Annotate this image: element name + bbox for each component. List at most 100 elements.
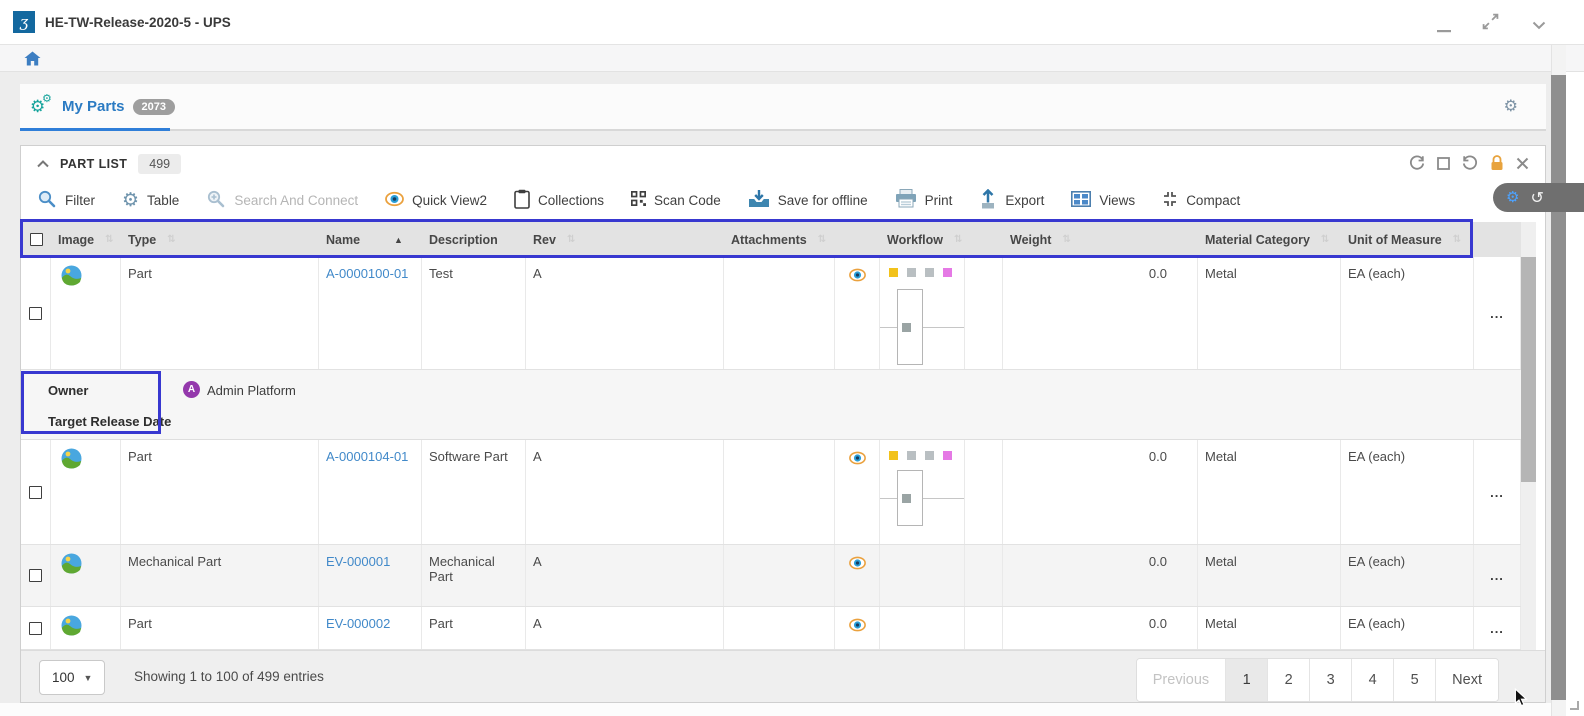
views-button[interactable]: Views [1071,191,1135,210]
tab-strip: ⚙⚙ My Parts 2073 ⚙ [20,84,1546,131]
row-actions-ellipsis[interactable]: ... [1474,607,1521,649]
sort-placeholder-icon: ⇅ [567,234,575,245]
attachments-cell [724,545,835,606]
part-list-title: PART LIST [60,157,127,171]
quick-view-eye-icon[interactable] [835,257,880,369]
spacer-cell [965,257,1003,369]
active-tab-underline [20,128,170,131]
part-image-cell [51,607,121,649]
column-header-name[interactable]: Name▲ [319,233,422,247]
workflow-cell [880,440,965,544]
minimize-icon[interactable] [1437,21,1452,36]
chevron-down-icon[interactable] [1532,18,1546,33]
column-header-attachments[interactable]: Attachments⇅ [724,233,835,247]
rev-cell: A [526,607,724,649]
weight-cell: 0.0 [1003,607,1198,649]
filter-button[interactable]: Filter [37,189,95,212]
table-scrollbar-thumb[interactable] [1521,257,1536,482]
close-icon[interactable] [1516,157,1529,170]
column-header-type[interactable]: Type⇅ [121,233,319,247]
row-checkbox[interactable] [21,545,51,606]
pagination-previous[interactable]: Previous [1137,659,1225,701]
table-scrollbar-track[interactable] [1521,222,1536,650]
column-header-rev[interactable]: Rev⇅ [526,233,724,247]
print-button[interactable]: Print [895,189,953,211]
weight-cell: 0.0 [1003,257,1198,369]
reset-undo-icon[interactable] [1462,155,1478,171]
part-image-cell [51,440,121,544]
mouse-cursor [1514,688,1528,710]
material-category-cell: Metal [1198,440,1341,544]
home-icon[interactable] [24,51,41,69]
page-size-dropdown[interactable]: 100 ▼ [39,660,105,695]
attachments-cell [724,257,835,369]
part-name-link[interactable]: EV-000001 [326,554,390,569]
type-cell: Part [121,607,319,649]
part-name-link[interactable]: A-0000104-01 [326,449,408,464]
table-header-row: Image⇅ Type⇅ Name▲ Description Rev⇅ Atta… [21,222,1521,257]
pagination-page-3[interactable]: 3 [1309,659,1351,701]
table-button[interactable]: ⚙ Table [122,190,179,210]
column-header-weight[interactable]: Weight⇅ [1003,233,1198,247]
pagination-page-5[interactable]: 5 [1393,659,1435,701]
pagination-page-4[interactable]: 4 [1351,659,1393,701]
column-header-unit-of-measure[interactable]: Unit of Measure⇅ [1341,233,1474,247]
settings-gear-icon[interactable]: ⚙ [1506,190,1519,205]
row-actions-ellipsis[interactable]: ... [1474,545,1521,606]
quick-view-eye-icon[interactable] [835,440,880,544]
select-all-checkbox[interactable] [21,233,51,246]
quick-view-button[interactable]: Quick View2 [385,191,487,210]
name-cell: EV-000002 [319,607,422,649]
row-checkbox[interactable] [21,257,51,369]
part-name-link[interactable]: EV-000002 [326,616,390,631]
compact-button[interactable]: Compact [1162,191,1240,210]
row-checkbox[interactable] [21,440,51,544]
material-category-cell: Metal [1198,257,1341,369]
column-header-image[interactable]: Image⇅ [51,233,121,247]
export-button[interactable]: Export [979,189,1044,212]
part-list-panel: PART LIST 499 Filter [20,145,1546,703]
row-actions-ellipsis[interactable]: ... [1474,440,1521,544]
material-category-cell: Metal [1198,545,1341,606]
collapse-chevron-icon[interactable] [37,156,49,171]
part-list-header: PART LIST 499 [21,146,1545,181]
search-connect-icon [206,189,226,212]
table-row[interactable]: Part A-0000104-01 Software Part A 0.0 Me… [21,440,1521,545]
sort-placeholder-icon: ⇅ [1321,234,1329,245]
rev-cell: A [526,257,724,369]
tab-my-parts[interactable]: ⚙⚙ My Parts 2073 [30,84,175,129]
column-header-workflow[interactable]: Workflow⇅ [880,233,965,247]
workflow-map-diagram [880,285,964,369]
part-name-link[interactable]: A-0000100-01 [326,266,408,281]
quick-view-eye-icon[interactable] [835,607,880,649]
pagination-page-2[interactable]: 2 [1267,659,1309,701]
spacer-cell [965,607,1003,649]
window-scrollbar-thumb[interactable] [1551,75,1566,700]
collections-clipboard-icon [514,189,530,212]
row-checkbox[interactable] [21,607,51,649]
pagination-next[interactable]: Next [1435,659,1498,701]
table-row[interactable]: Mechanical Part EV-000001 Mechanical Par… [21,545,1521,607]
quick-view-eye-icon[interactable] [835,545,880,606]
scan-code-button[interactable]: Scan Code [631,191,721,209]
resize-grip[interactable] [1570,701,1579,710]
spacer-cell [965,440,1003,544]
column-header-material-category[interactable]: Material Category⇅ [1198,233,1341,247]
breadcrumb-bar [0,45,1584,72]
collections-button[interactable]: Collections [514,189,604,212]
table-row[interactable]: Part EV-000002 Part A 0.0 Metal EA (each… [21,607,1521,650]
sync-icon[interactable] [1409,155,1425,171]
tab-settings-gear-icon[interactable]: ⚙ [1504,96,1518,115]
type-cell: Part [121,440,319,544]
name-cell: EV-000001 [319,545,422,606]
save-for-offline-button[interactable]: Save for offline [748,189,868,212]
column-header-description[interactable]: Description [422,233,526,247]
expand-icon[interactable] [1482,13,1499,33]
row-actions-ellipsis[interactable]: ... [1474,257,1521,369]
table-row[interactable]: Part A-0000100-01 Test A 0.0 Metal EA (e… [21,257,1521,370]
maximize-icon[interactable] [1437,157,1450,170]
unit-of-measure-cell: EA (each) [1341,440,1474,544]
reset-icon[interactable]: ↺ [1530,190,1543,206]
lock-icon[interactable] [1490,155,1504,171]
pagination-page-1[interactable]: 1 [1225,659,1267,701]
